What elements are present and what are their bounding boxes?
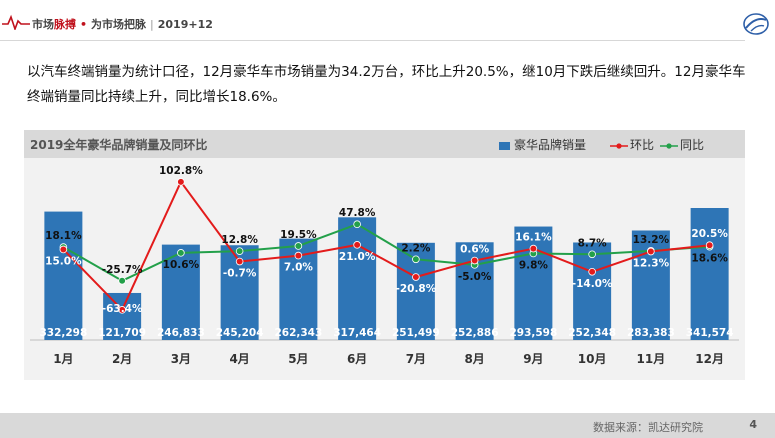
- x-tick-label: 8月: [464, 352, 484, 366]
- bar-value-label: 283,383: [627, 327, 675, 339]
- yoy-point-10: [588, 250, 596, 259]
- yoy-value-label: -25.7%: [102, 264, 143, 276]
- legend-swatch-sales: [499, 142, 510, 150]
- mom-value-label: 12.3%: [633, 258, 670, 270]
- company-logo-icon: [743, 13, 769, 35]
- legend-label-yoy: 同比: [680, 138, 704, 152]
- mom-value-label: 102.8%: [159, 165, 203, 177]
- mom-value-label: 15.0%: [45, 255, 82, 267]
- yoy-value-label: 2.2%: [401, 242, 431, 254]
- legend-label-mom: 环比: [630, 138, 654, 152]
- x-tick-label: 9月: [523, 352, 543, 366]
- mom-point-1: [59, 245, 68, 254]
- yoy-value-label: 9.8%: [519, 259, 549, 271]
- mom-point-8: [470, 256, 479, 265]
- yoy-value-label: 18.6%: [691, 253, 728, 265]
- x-tick-label: 5月: [288, 352, 308, 366]
- header-brand-c: 为市场把脉: [91, 18, 147, 31]
- bar-value-label: 293,598: [509, 327, 557, 339]
- bar-value-label: 252,886: [451, 327, 499, 339]
- yoy-value-label: 13.2%: [633, 234, 670, 246]
- x-tick-label: 2月: [112, 352, 132, 366]
- yoy-point-3: [177, 249, 185, 257]
- mom-point-4: [235, 257, 244, 266]
- x-tick-label: 4月: [229, 352, 249, 366]
- header-period: 2019+12: [157, 18, 213, 31]
- yoy-point-2: [118, 276, 126, 285]
- header-dot: •: [80, 18, 88, 31]
- bar-value-label: 317,464: [333, 327, 381, 339]
- x-tick-label: 12月: [695, 352, 724, 366]
- header-brand-b: 脉搏: [54, 18, 76, 31]
- yoy-value-label: 10.6%: [163, 259, 200, 271]
- mom-value-label: -63.4%: [102, 303, 143, 315]
- bar-value-label: 332,298: [39, 327, 87, 339]
- mom-point-3: [177, 178, 185, 186]
- yoy-line: [62, 223, 710, 282]
- bar-value-label: 262,343: [274, 327, 322, 339]
- x-tick-label: 11月: [637, 352, 666, 366]
- mom-value-label: -14.0%: [572, 278, 613, 290]
- bar-value-label: 121,709: [98, 327, 146, 339]
- mom-value-label: 0.6%: [460, 244, 490, 256]
- yoy-point-7: [412, 255, 420, 264]
- page-footer: 数据来源：凯达研究院 4: [0, 413, 775, 438]
- mom-value-label: -0.7%: [223, 268, 257, 280]
- mom-point-5: [294, 251, 303, 260]
- yoy-value-label: 47.8%: [339, 207, 376, 219]
- x-tick-label: 10月: [578, 352, 607, 366]
- header-title: 市场脉搏 • 为市场把脉 | 2019+12: [32, 16, 213, 32]
- x-tick-label: 3月: [171, 352, 191, 366]
- mom-point-7: [412, 273, 420, 281]
- yoy-value-label: 19.5%: [280, 229, 317, 241]
- bar-value-label: 245,204: [216, 327, 264, 339]
- yoy-point-5: [294, 242, 303, 250]
- yoy-point-4: [235, 247, 244, 255]
- x-tick-label: 6月: [347, 352, 367, 366]
- mom-point-9: [529, 244, 538, 253]
- sales-chart: 2019全年豪华品牌销量及同环比 豪华品牌销量 环比 同比 332,298 121…: [24, 130, 745, 366]
- page-header: 市场脉搏 • 为市场把脉 | 2019+12: [0, 0, 775, 50]
- header-brand-a: 市场: [32, 18, 54, 31]
- yoy-point-6: [353, 220, 361, 228]
- bar-value-label: 341,574: [686, 327, 734, 339]
- mom-value-label: 7.0%: [284, 262, 314, 274]
- page-number: 4: [749, 418, 757, 431]
- header-separator: |: [150, 18, 154, 31]
- mom-value-label: 20.5%: [691, 228, 728, 240]
- bar-value-label: 246,833: [157, 327, 205, 339]
- bar-value-label: 251,499: [392, 327, 440, 339]
- mom-point-10: [588, 267, 596, 276]
- mom-point-12: [705, 241, 714, 250]
- x-tick-label: 7月: [406, 352, 426, 366]
- legend-label-sales: 豪华品牌销量: [514, 137, 586, 152]
- pulse-icon: [2, 14, 30, 30]
- chart-panel: 2019全年豪华品牌销量及同环比 豪华品牌销量 环比 同比 332,298 121…: [24, 130, 745, 380]
- mom-point-11: [647, 247, 655, 256]
- bar-value-label: 252,348: [568, 327, 616, 339]
- header-rule: [0, 40, 745, 41]
- yoy-value-label: 8.7%: [578, 237, 608, 249]
- bar-6: [338, 217, 377, 340]
- mom-value-label: 16.1%: [515, 232, 552, 244]
- yoy-value-label: -5.0%: [458, 271, 492, 283]
- mom-line: [62, 179, 710, 312]
- mom-value-label: -20.8%: [395, 283, 436, 295]
- legend-marker-yoy: [666, 143, 672, 149]
- legend-marker-mom: [616, 143, 622, 149]
- intro-paragraph: 以汽车终端销量为统计口径，12月豪华车市场销量为34.2万台，环比上升20.5%…: [27, 64, 746, 105]
- mom-point-6: [353, 241, 361, 249]
- mom-value-label: 21.0%: [339, 251, 376, 263]
- bar-11: [631, 230, 670, 340]
- data-source: 数据来源：凯达研究院: [593, 421, 703, 434]
- yoy-value-label: 12.8%: [221, 234, 258, 246]
- chart-title: 2019全年豪华品牌销量及同环比: [30, 137, 207, 152]
- yoy-value-label: 18.1%: [45, 230, 82, 242]
- x-tick-label: 1月: [53, 352, 73, 366]
